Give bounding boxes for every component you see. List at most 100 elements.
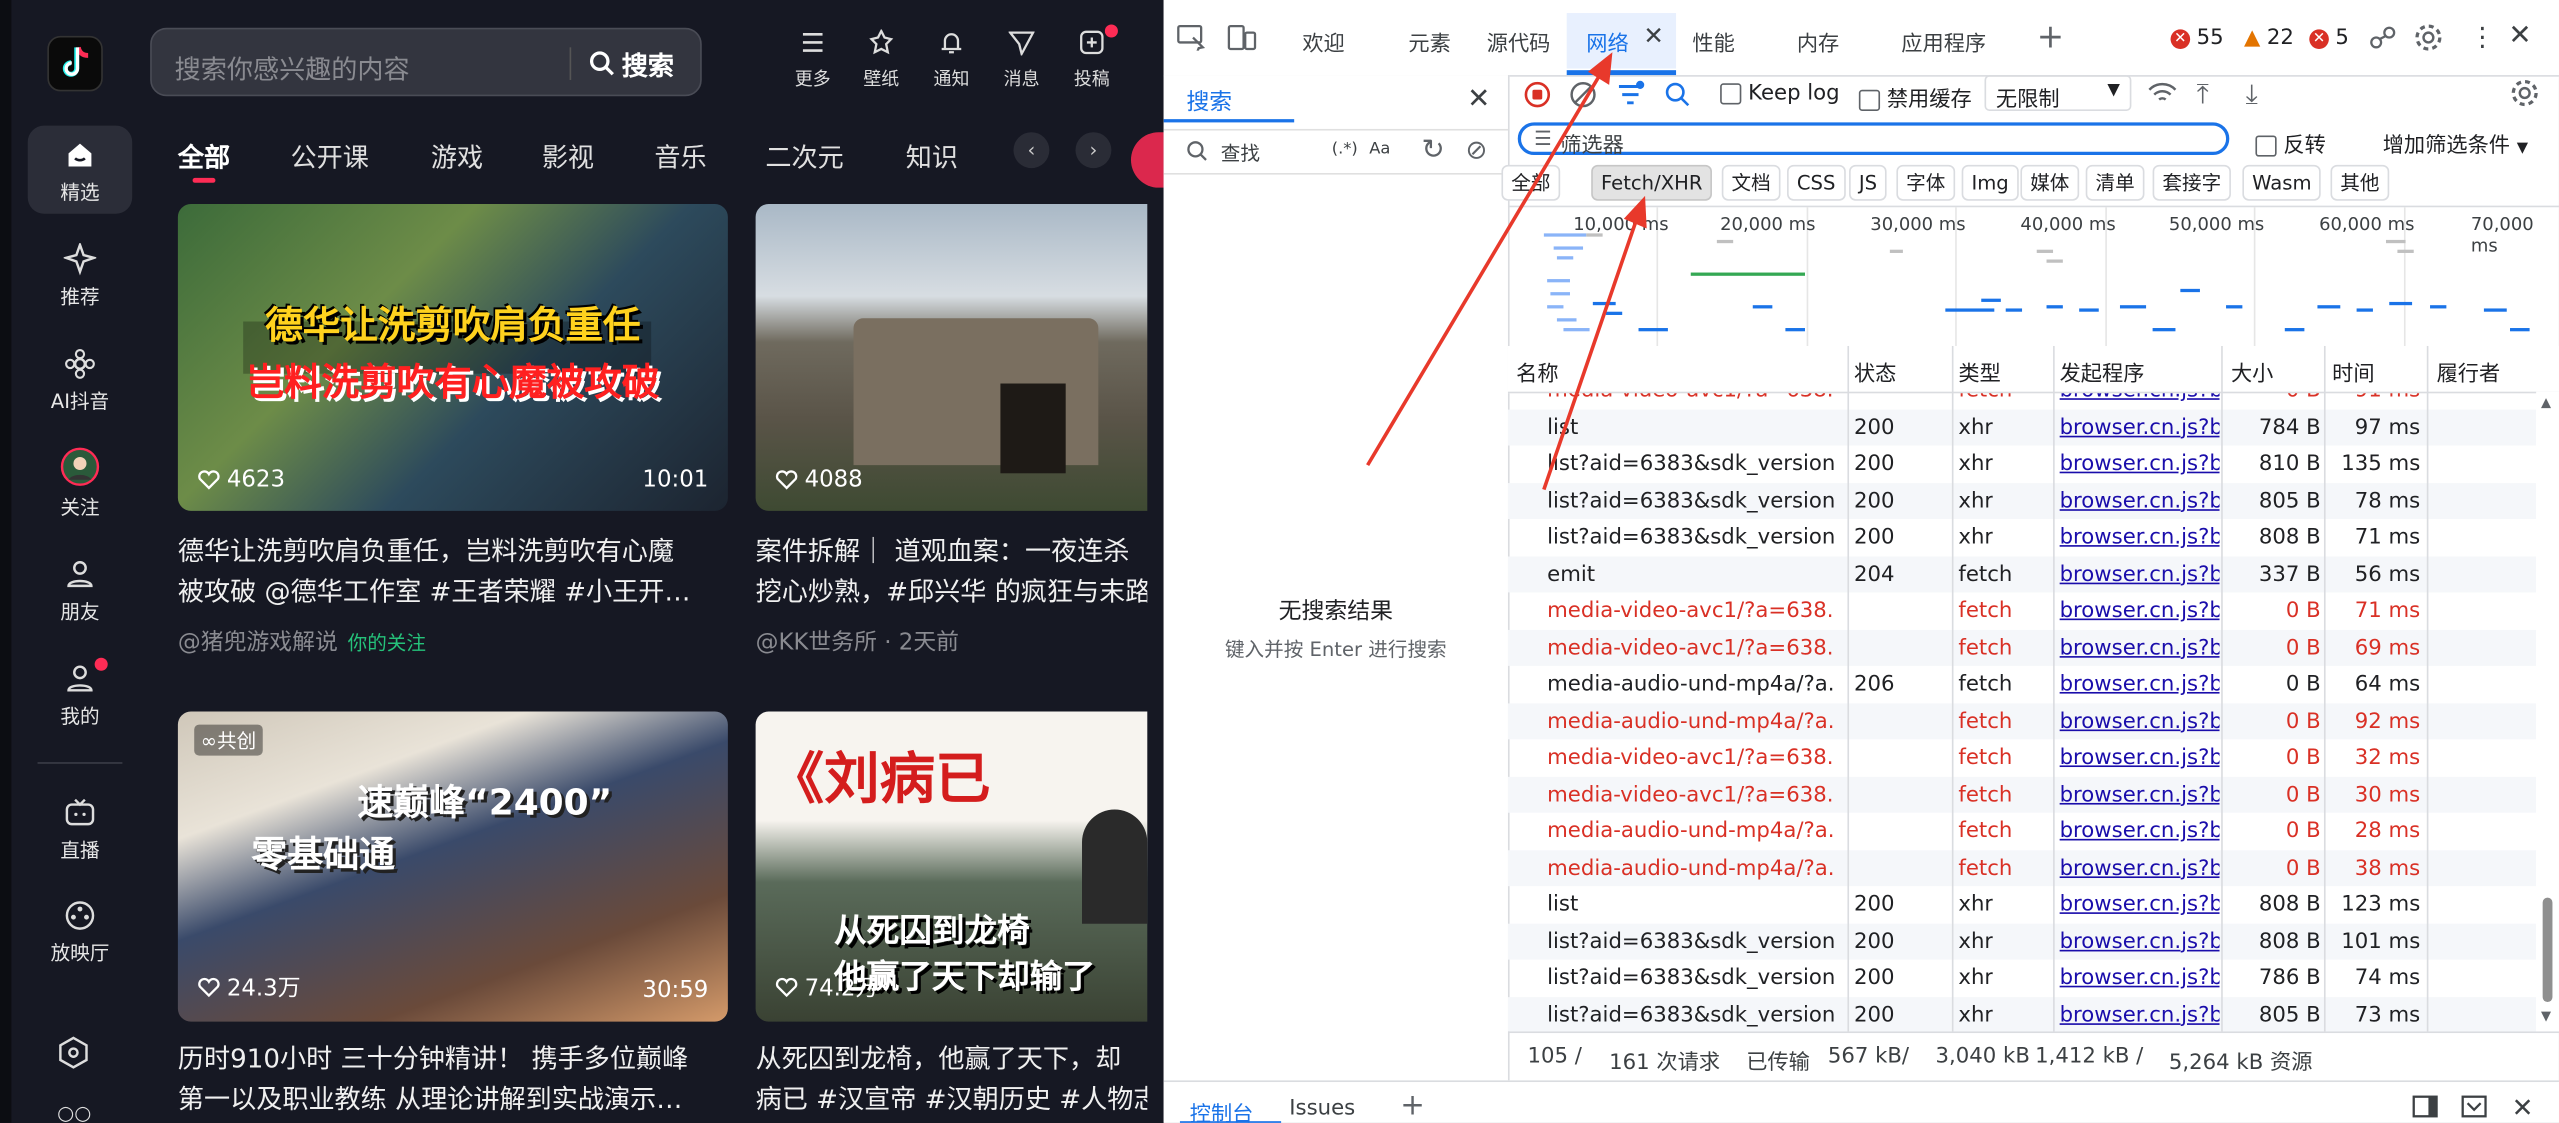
request-row[interactable]: media-video-avc1/?a=638... fetch browser.c… — [1508, 393, 2536, 409]
error-count[interactable]: ✕ 55 — [2170, 26, 2224, 51]
sidebar-item-featured[interactable]: 精选 — [27, 125, 133, 214]
filter-chip-img[interactable]: Img — [1961, 164, 2019, 201]
filter-chip-manifest[interactable]: 清单 — [2085, 164, 2145, 201]
sidebar-item-recommend[interactable]: 推荐 — [28, 230, 132, 318]
video-thumbnail[interactable]: 《刘病已 从死囚到龙椅 他赢了天下却输了 74.2万 — [755, 711, 1148, 1022]
scrollbar-thumb[interactable] — [2542, 897, 2553, 1003]
video-title-line[interactable]: 历时910小时 三十分钟精讲！ 携手多位巅峰 — [178, 1038, 728, 1079]
search-button[interactable]: 搜索 — [589, 44, 674, 83]
dock-side-icon[interactable] — [2412, 1095, 2438, 1123]
issue-count[interactable]: ✕ 5 — [2309, 26, 2349, 51]
filter-chip-socket[interactable]: 套接字 — [2152, 164, 2231, 201]
sidebar-item-cinema[interactable]: 放映厅 — [28, 886, 132, 974]
tab-application[interactable]: 应用程序 — [1901, 26, 1986, 57]
warning-count[interactable]: ▲ 22 — [2244, 26, 2294, 50]
request-initiator[interactable]: browser.cn.js?bid — [2060, 562, 2220, 586]
request-row[interactable]: emit 204 fetch browser.cn.js?bid 337 B 56 ms — [1507, 555, 2537, 593]
checkbox[interactable] — [1858, 89, 1881, 111]
filter-chip-all[interactable]: 全部 — [1501, 164, 1561, 201]
request-initiator[interactable]: browser.cn.js?bid — [2060, 783, 2220, 807]
video-thumbnail[interactable]: 4088 — [755, 204, 1148, 511]
request-initiator[interactable]: browser.cn.js?bid — [2060, 526, 2220, 550]
request-row[interactable]: list?aid=6383&sdk_version... 200 xhr browse… — [1508, 519, 2536, 556]
filter-chip-media[interactable]: 媒体 — [2020, 164, 2080, 201]
find-input[interactable]: 查找 — [1221, 139, 1260, 167]
refresh-icon[interactable]: ↻ — [1421, 134, 1444, 167]
sidebar-item-ai[interactable]: AI抖音 — [28, 335, 132, 423]
category-anime[interactable]: 二次元 — [765, 135, 843, 174]
request-row[interactable]: media-audio-und-mp4a/?a... fetch browser.c… — [1507, 702, 2537, 740]
device-toolbar-icon[interactable] — [1227, 24, 1257, 57]
wallpaper-button[interactable]: 壁纸 — [849, 29, 914, 91]
video-author[interactable]: @猪兜游戏解说 — [178, 630, 338, 656]
network-settings-icon[interactable] — [2510, 78, 2539, 114]
filter-input[interactable]: ☰ 筛选器 — [1517, 122, 2230, 158]
video-title-line[interactable]: 挖心炒熟，#邱兴华 的疯狂与末路 — [756, 571, 1148, 612]
request-row[interactable]: list?aid=6383&sdk_version... 200 xhr browse… — [1507, 922, 2537, 960]
column-type[interactable]: 类型 — [1958, 356, 2000, 386]
network-overview-timeline[interactable]: 10,000 ms 20,000 ms 30,000 ms 40,000 ms … — [1507, 205, 2559, 350]
category-music[interactable]: 音乐 — [654, 135, 706, 174]
filter-chip-fetch-xhr[interactable]: Fetch/XHR — [1591, 164, 1713, 201]
throttle-select[interactable]: 无限制 ▼ — [1984, 75, 2132, 113]
filter-chip-doc[interactable]: 文档 — [1721, 164, 1781, 201]
clear-log-icon[interactable] — [1570, 82, 1596, 115]
drawer-tab-issues[interactable]: Issues — [1289, 1097, 1355, 1121]
drawer-tab-console[interactable]: 控制台 — [1190, 1097, 1254, 1123]
scroll-up-icon[interactable]: ▲ — [2541, 395, 2551, 410]
filter-chip-other[interactable]: 其他 — [2330, 164, 2390, 201]
settings-hex-icon[interactable] — [57, 1036, 90, 1075]
sidebar-item-me[interactable]: 我的 — [28, 650, 132, 738]
settings-gear-icon[interactable] — [2414, 23, 2443, 59]
request-initiator[interactable]: browser.cn.js?bid — [2060, 966, 2220, 990]
add-tab-icon[interactable]: + — [2037, 16, 2064, 55]
column-initiator[interactable]: 发起程序 — [2060, 356, 2145, 386]
search-input[interactable]: 搜索你感兴趣的内容 — [175, 47, 410, 86]
category-film[interactable]: 影视 — [542, 135, 594, 174]
request-initiator[interactable]: browser.cn.js?bid — [2060, 489, 2220, 513]
search-tab[interactable]: 搜索 — [1186, 85, 1232, 118]
tab-elements[interactable]: 元素 — [1408, 26, 1450, 57]
invert-checkbox[interactable]: 反转 — [2255, 127, 2326, 158]
side-float-button[interactable] — [1130, 132, 1164, 188]
tab-sources[interactable]: 源代码 — [1487, 26, 1551, 57]
column-fulfilled-by[interactable]: 履行者 — [2437, 356, 2501, 386]
record-icon[interactable] — [1524, 81, 1551, 115]
search-box[interactable]: 搜索你感兴趣的内容 搜索 — [150, 27, 702, 97]
video-title-line[interactable]: 第一以及职业教练 从理论讲解到实战演示… — [178, 1079, 728, 1120]
notify-button[interactable]: 通知 — [919, 29, 984, 91]
tab-network[interactable]: 网络 — [1586, 26, 1628, 57]
video-thumbnail[interactable]: ∞共创 速巅峰“2400” 零基础通 24.3万 30:59 — [177, 711, 728, 1022]
more-options-icon[interactable]: ⋮ — [2469, 21, 2495, 52]
tab-performance[interactable]: 性能 — [1692, 26, 1734, 57]
filter-chip-wasm[interactable]: Wasm — [2242, 164, 2322, 201]
more-button[interactable]: 更多 — [780, 29, 845, 91]
column-status[interactable]: 状态 — [1854, 356, 1896, 386]
video-thumbnail[interactable]: 德华让洗剪吹肩负重任 岂料洗剪吹有心魔被攻破 4623 10:01 — [177, 204, 728, 511]
sidebar-item-live[interactable]: 直播 — [28, 783, 132, 871]
request-initiator[interactable]: browser.cn.js?bid — [2060, 709, 2220, 733]
request-initiator[interactable]: browser.cn.js?bid — [2060, 856, 2220, 880]
request-table-scrollbar[interactable]: ▲ ▼ — [2536, 391, 2559, 1032]
sidebar-item-friends[interactable]: 朋友 — [28, 545, 132, 633]
upload-button[interactable]: 投稿 — [1059, 29, 1124, 91]
import-har-icon[interactable]: ⤒ — [2197, 78, 2209, 111]
request-initiator[interactable]: browser.cn.js?bid — [2060, 746, 2220, 770]
tab-welcome[interactable]: 欢迎 — [1302, 26, 1344, 57]
request-row[interactable]: list?aid=6383&sdk_version... 200 xhr browse… — [1508, 446, 2536, 483]
request-initiator[interactable]: browser.cn.js?bid — [2060, 599, 2220, 623]
search-network-icon[interactable] — [1665, 82, 1691, 115]
request-initiator[interactable]: browser.cn.js?bid — [2060, 672, 2220, 696]
category-next-button[interactable]: › — [1075, 132, 1112, 169]
request-initiator[interactable]: browser.cn.js?bid — [2060, 893, 2220, 917]
request-row[interactable]: media-audio-und-mp4a/?a... fetch browser.c… — [1507, 849, 2537, 887]
request-row[interactable]: media-audio-und-mp4a/?a... fetch browser.c… — [1508, 813, 2536, 850]
video-author[interactable]: @KK世务所 — [756, 630, 877, 656]
export-har-icon[interactable]: ⤓ — [2246, 78, 2258, 111]
message-button[interactable]: 消息 — [989, 29, 1054, 91]
clear-icon[interactable]: ⊘ — [1466, 134, 1488, 165]
request-row[interactable]: list?aid=6383&sdk_version... 200 xhr browse… — [1507, 482, 2537, 519]
request-initiator[interactable]: browser.cn.js?bid — [2060, 452, 2220, 476]
checkbox[interactable] — [2255, 135, 2277, 157]
column-time[interactable]: 时间 — [2332, 356, 2374, 386]
